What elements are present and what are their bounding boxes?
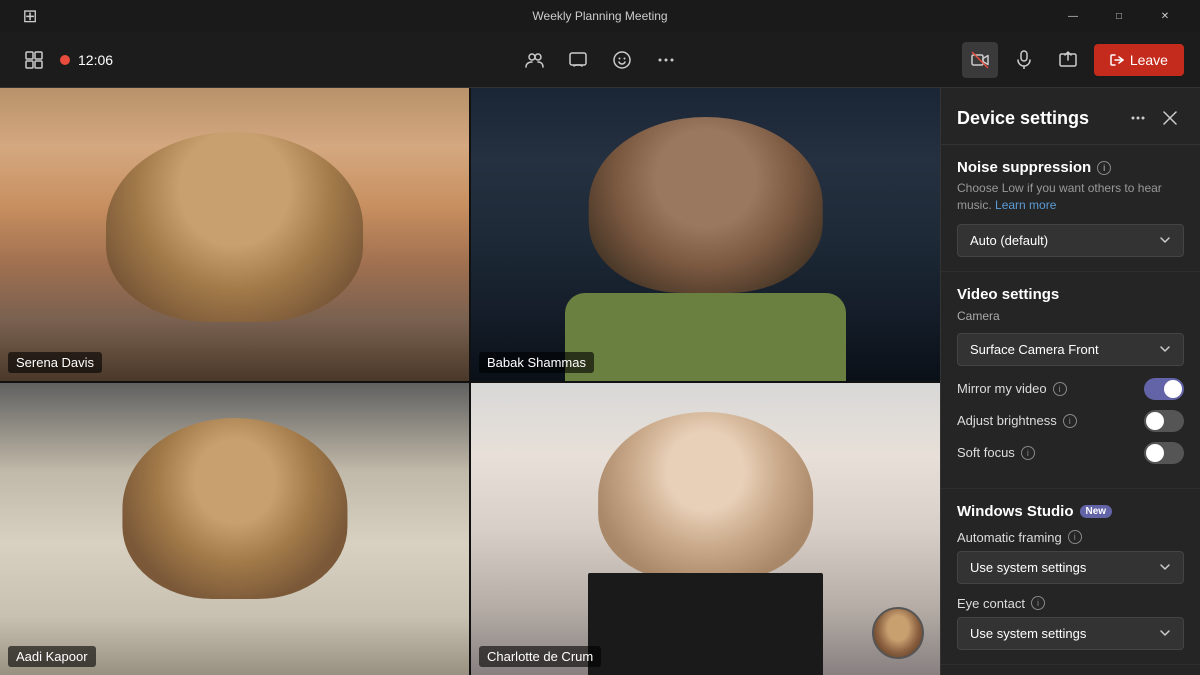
mirror-video-label: Mirror my video i xyxy=(957,381,1067,396)
panel-header-icons xyxy=(1124,104,1184,132)
video-tile-babak: Babak Shammas xyxy=(471,88,940,381)
minimize-button[interactable]: — xyxy=(1050,0,1096,32)
auto-framing-label: Automatic framing xyxy=(957,530,1062,545)
main-content: Serena Davis Babak Shammas Aadi Kapoor C… xyxy=(0,88,1200,675)
soft-focus-row: Soft focus i xyxy=(957,442,1184,464)
participant-name-serena: Serena Davis xyxy=(8,352,102,373)
toolbar-left: 12:06 xyxy=(16,42,397,78)
soft-focus-label: Soft focus i xyxy=(957,445,1035,460)
close-button[interactable]: ✕ xyxy=(1142,0,1188,32)
eye-contact-label: Eye contact xyxy=(957,596,1025,611)
auto-framing-section: Automatic framing i Use system settings xyxy=(957,530,1184,584)
toolbar: 12:06 xyxy=(0,32,1200,88)
participant-name-babak: Babak Shammas xyxy=(479,352,594,373)
mirror-video-row: Mirror my video i xyxy=(957,378,1184,400)
recording-time: 12:06 xyxy=(78,52,113,68)
noise-suppression-section: Noise suppression i Choose Low if you wa… xyxy=(941,145,1200,272)
camera-dropdown[interactable]: Surface Camera Front xyxy=(957,333,1184,366)
toolbar-right: Leave xyxy=(803,42,1184,78)
toolbar-center xyxy=(409,42,790,78)
title-bar: ⊞ Weekly Planning Meeting — □ ✕ xyxy=(0,0,1200,32)
windows-studio-section: Windows Studio New Automatic framing i U… xyxy=(941,489,1200,665)
camera-label: Camera xyxy=(957,309,1000,323)
noise-suppression-description: Choose Low if you want others to hear mu… xyxy=(957,180,1184,214)
video-settings-section: Video settings Camera Surface Camera Fro… xyxy=(941,272,1200,489)
more-windows-studio-link[interactable]: More Windows Studio settings xyxy=(941,665,1200,675)
panel-close-button[interactable] xyxy=(1156,104,1184,132)
video-tile-aadi: Aadi Kapoor xyxy=(0,383,469,675)
title-bar-left: ⊞ xyxy=(12,0,48,34)
participant-name-aadi: Aadi Kapoor xyxy=(8,646,96,667)
soft-focus-toggle[interactable] xyxy=(1144,442,1184,464)
learn-more-link[interactable]: Learn more xyxy=(995,198,1056,212)
eye-contact-dropdown[interactable]: Use system settings xyxy=(957,617,1184,650)
reactions-icon[interactable] xyxy=(604,42,640,78)
mirror-video-toggle[interactable] xyxy=(1144,378,1184,400)
recording-indicator: 12:06 xyxy=(60,52,113,68)
video-settings-title: Video settings xyxy=(957,286,1184,303)
self-avatar xyxy=(872,607,924,659)
device-settings-panel: Device settings xyxy=(940,88,1200,675)
eye-contact-info-icon[interactable]: i xyxy=(1031,596,1045,610)
panel-header: Device settings xyxy=(941,88,1200,145)
recording-dot xyxy=(60,55,70,65)
brightness-row: Adjust brightness i xyxy=(957,410,1184,432)
leave-label: Leave xyxy=(1130,52,1168,68)
brightness-info-icon[interactable]: i xyxy=(1063,414,1077,428)
video-grid: Serena Davis Babak Shammas Aadi Kapoor C… xyxy=(0,88,940,675)
maximize-button[interactable]: □ xyxy=(1096,0,1142,32)
brightness-label: Adjust brightness i xyxy=(957,413,1077,428)
noise-suppression-info-icon[interactable]: i xyxy=(1097,161,1111,175)
window-controls: — □ ✕ xyxy=(1050,0,1188,32)
mic-icon[interactable] xyxy=(1006,42,1042,78)
participant-name-charlotte: Charlotte de Crum xyxy=(479,646,601,667)
video-tile-serena: Serena Davis xyxy=(0,88,469,381)
more-options-icon[interactable] xyxy=(648,42,684,78)
panel-more-button[interactable] xyxy=(1124,104,1152,132)
auto-framing-info-icon[interactable]: i xyxy=(1068,530,1082,544)
camera-label-row: Camera xyxy=(957,307,1184,325)
video-toggle-button[interactable] xyxy=(962,42,998,78)
share-screen-icon[interactable] xyxy=(1050,42,1086,78)
panel-title: Device settings xyxy=(957,108,1089,129)
app-grid-icon[interactable]: ⊞ xyxy=(12,0,48,34)
video-tile-charlotte: Charlotte de Crum xyxy=(471,383,940,675)
soft-focus-info-icon[interactable]: i xyxy=(1021,446,1035,460)
window-title: Weekly Planning Meeting xyxy=(532,9,667,23)
leave-button[interactable]: Leave xyxy=(1094,44,1184,76)
eye-contact-section: Eye contact i Use system settings xyxy=(957,596,1184,650)
noise-suppression-title: Noise suppression i xyxy=(957,159,1184,176)
noise-suppression-dropdown[interactable]: Auto (default) xyxy=(957,224,1184,257)
brightness-toggle[interactable] xyxy=(1144,410,1184,432)
auto-framing-dropdown[interactable]: Use system settings xyxy=(957,551,1184,584)
new-badge: New xyxy=(1080,505,1113,518)
windows-studio-title: Windows Studio New xyxy=(957,503,1184,520)
participants-icon[interactable] xyxy=(516,42,552,78)
mirror-info-icon[interactable]: i xyxy=(1053,382,1067,396)
grid-view-button[interactable] xyxy=(16,42,52,78)
chat-icon[interactable] xyxy=(560,42,596,78)
